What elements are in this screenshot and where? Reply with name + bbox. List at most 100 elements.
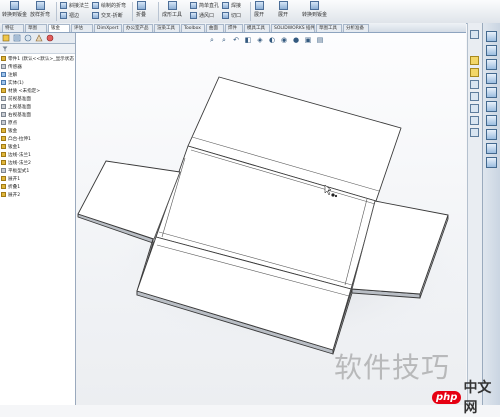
php-badge: php (432, 390, 462, 404)
tab-sheetmetal[interactable]: 钣金 (48, 24, 70, 32)
tab-analysis-prep[interactable]: 分析准备 (343, 24, 369, 32)
tree-item-front-plane[interactable]: 前视基准面 (1, 95, 31, 102)
sheetmetal-icon (1, 128, 6, 133)
view-selector-icon[interactable] (470, 30, 479, 39)
ribbon-button-hem[interactable]: 褶边 (60, 12, 79, 19)
custom-properties-icon[interactable] (486, 101, 497, 112)
tree-item-root[interactable]: 零件1 (默认<<默认>_显示状态 1>) (1, 55, 84, 62)
ribbon-button-convert[interactable]: 转换到钣金 (2, 1, 27, 18)
material-icon (1, 88, 6, 93)
plane-icon (1, 104, 6, 109)
ribbon-button-convert-2[interactable]: 转换到钣金 (302, 1, 327, 18)
sheetmetal-tool-icon[interactable] (470, 68, 479, 77)
tab-weldments[interactable]: 焊件 (225, 24, 243, 32)
dimxpert-manager-icon[interactable] (35, 34, 43, 42)
ribbon-button-weld[interactable]: 焊接 (222, 2, 241, 9)
tree-item-sheetmetal-1[interactable]: 钣金1 (1, 143, 20, 150)
solidworks-forum-icon[interactable] (486, 115, 497, 126)
command-tab-strip: 特征 草图 钣金 评估 DimXpert 办公室产品 渲染工具 Toolbox … (0, 23, 466, 33)
view-command-toolbar (467, 23, 482, 405)
weld-icon (222, 2, 229, 9)
appearances-icon[interactable] (486, 87, 497, 98)
solid-body-icon (1, 80, 6, 85)
view-palette-icon[interactable] (486, 73, 497, 84)
tree-item-unfold-2[interactable]: 展开2 (1, 191, 20, 198)
configuration-manager-icon[interactable] (24, 34, 32, 42)
circle-icon[interactable] (470, 116, 479, 125)
tree-item-edge-flange-2[interactable]: 边线-法兰2 (1, 159, 31, 166)
convert-sheetmetal-icon (10, 1, 19, 10)
tab-dimxpert[interactable]: DimXpert (94, 24, 122, 32)
tree-item-edge-flange-1[interactable]: 边线-法兰1 (1, 151, 31, 158)
ribbon-separator (132, 2, 133, 21)
tree-item-right-plane[interactable]: 右视基准面 (1, 111, 31, 118)
tab-addins[interactable]: SOLIDWORKS 插件 (271, 24, 315, 32)
edit-sketch-icon[interactable] (470, 56, 479, 65)
ribbon-button-fold[interactable]: 折叠 (136, 1, 146, 18)
tab-render-tools[interactable]: 渲染工具 (154, 24, 180, 32)
tree-item-sensors[interactable]: 传感器 (1, 63, 22, 70)
hem-icon (60, 12, 67, 19)
tree-item-fold-1[interactable]: 折叠1 (1, 183, 20, 190)
tab-evaluate[interactable]: 评估 (71, 24, 93, 32)
tree-item-unfold-1[interactable]: 展开1 (1, 175, 20, 182)
tab-mold-tools[interactable]: 模具工具 (244, 24, 270, 32)
tree-item-top-plane[interactable]: 上视基准面 (1, 103, 31, 110)
ribbon-button-vent[interactable]: 通风口 (190, 12, 214, 19)
ribbon-button-miter-flange[interactable]: 斜接法兰 (60, 2, 89, 9)
tab-surfaces[interactable]: 曲面 (206, 24, 224, 32)
tab-sketch-tools[interactable]: 草图工具 (316, 24, 342, 32)
edge-flange-icon (1, 160, 6, 165)
ribbon-button-rip[interactable]: 切口 (222, 12, 241, 19)
simple-hole-icon (190, 2, 197, 9)
display-manager-icon[interactable] (46, 34, 54, 42)
solidworks-resources-icon[interactable] (486, 31, 497, 42)
tree-item-solid-bodies[interactable]: 实体(1) (1, 79, 24, 86)
ribbon-separator (250, 2, 251, 21)
feature-tree-icon[interactable] (2, 34, 10, 42)
property-manager-icon[interactable] (13, 34, 21, 42)
tree-item-origin[interactable]: 原点 (1, 119, 17, 126)
file-explorer-icon[interactable] (486, 59, 497, 70)
fold-icon (136, 1, 146, 10)
filter-icon (2, 46, 8, 52)
annotation-icon (1, 72, 6, 77)
settings-icon[interactable] (486, 157, 497, 168)
tree-item-annotations[interactable]: 注解 (1, 71, 17, 78)
plane-icon (1, 96, 6, 101)
dimension-icon[interactable] (470, 80, 479, 89)
tree-item-boss-extrude[interactable]: 凸台-拉伸1 (1, 135, 31, 142)
feature-manager-panel: 零件1 (默认<<默认>_显示状态 1>) 传感器 注解 实体(1) 材质 <未… (0, 33, 84, 405)
ribbon-button-cross-break[interactable]: 交叉-折断 (92, 12, 123, 19)
arc-icon[interactable] (470, 128, 479, 137)
ribbon-button-unfold[interactable]: 展开 (254, 1, 264, 18)
tab-office-products[interactable]: 办公室产品 (123, 24, 153, 32)
design-library-icon[interactable] (486, 45, 497, 56)
search-icon[interactable] (486, 129, 497, 140)
tree-filter-bar[interactable] (0, 44, 75, 54)
line-icon[interactable] (470, 92, 479, 101)
tree-item-flat-pattern[interactable]: 平板型式1 (1, 167, 29, 174)
tree-item-sheetmetal[interactable]: 钣金 (1, 127, 17, 134)
ribbon-button-flatten[interactable]: 展开 (278, 1, 288, 18)
forming-tool-icon (167, 1, 177, 10)
lofted-bend-icon (35, 1, 45, 10)
unfold-icon (254, 1, 264, 10)
ribbon-separator (158, 2, 159, 21)
plane-icon (1, 112, 6, 117)
miter-flange-icon (60, 2, 67, 9)
help-icon[interactable] (486, 143, 497, 154)
php-cn-logo: php 中文网 (432, 377, 500, 417)
ribbon-button-lofted-bend[interactable]: 放样折弯 (30, 1, 50, 18)
ribbon-button-simple-hole[interactable]: 简单直孔 (190, 2, 219, 9)
tab-sketch[interactable]: 草图 (25, 24, 47, 32)
sensor-icon (1, 64, 6, 69)
rectangle-icon[interactable] (470, 104, 479, 113)
ribbon-button-sketched-bend[interactable]: 绘制的折弯 (92, 2, 126, 9)
tree-item-material[interactable]: 材质 <未指定> (1, 87, 40, 94)
tab-toolbox[interactable]: Toolbox (181, 24, 205, 32)
vent-icon (190, 12, 197, 19)
ribbon-button-forming-tool[interactable]: 成形工具 (162, 1, 182, 18)
tab-features[interactable]: 特征 (2, 24, 24, 32)
command-manager-ribbon: 转换到钣金 放样折弯 斜接法兰 褶边 绘制的折弯 交叉-折断 折叠 成形工具 简… (0, 0, 500, 24)
